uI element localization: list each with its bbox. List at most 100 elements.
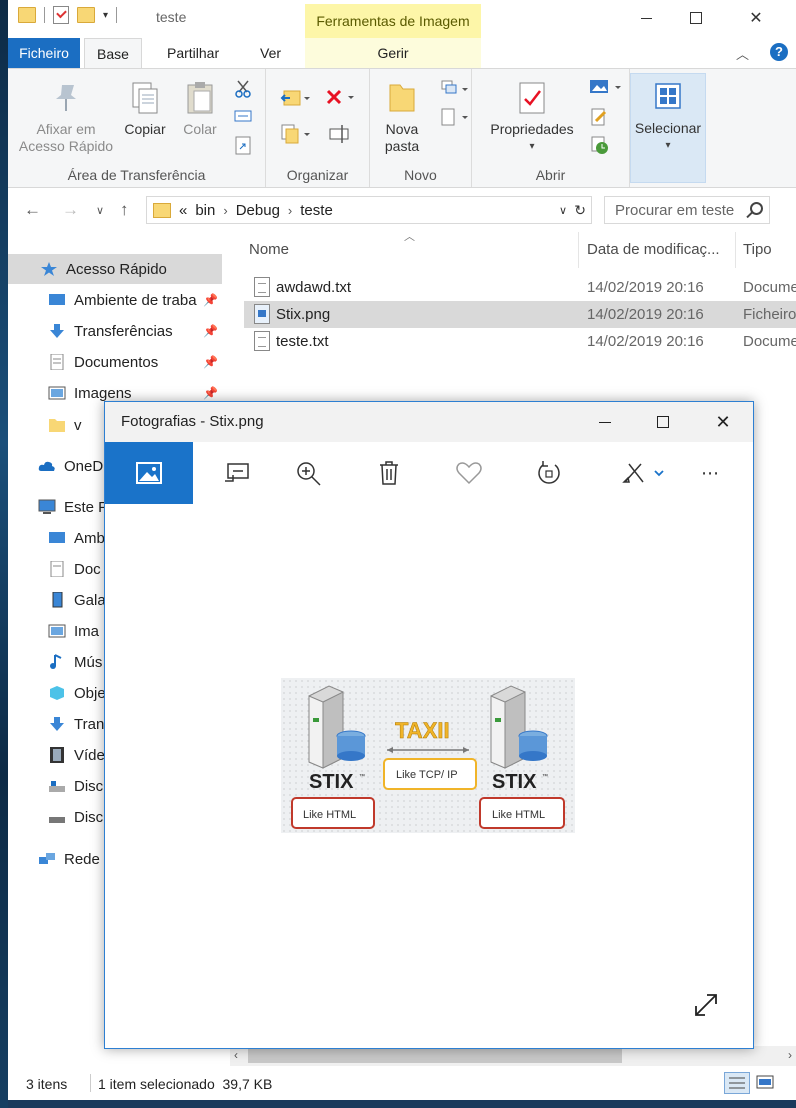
phone-icon xyxy=(52,592,63,608)
file-date: 14/02/2019 20:16 xyxy=(587,306,704,323)
breadcrumb-debug[interactable]: Debug xyxy=(236,202,280,219)
tab-share[interactable]: Partilhar xyxy=(155,38,231,68)
paste-shortcut-icon[interactable] xyxy=(234,135,252,155)
scroll-right-icon[interactable]: › xyxy=(788,1048,792,1062)
explorer-title-bar: ▾ teste Ferramentas de Imagem ✕ xyxy=(8,0,796,38)
delete-button[interactable] xyxy=(349,442,429,504)
tab-file[interactable]: Ficheiro xyxy=(8,38,80,68)
customize-qat-icon[interactable]: ▾ xyxy=(103,10,108,21)
pin-icon: 📌 xyxy=(203,324,218,338)
recent-locations-icon[interactable]: ∨ xyxy=(96,204,104,217)
search-input[interactable]: Procurar em teste xyxy=(604,196,770,224)
more-options-icon[interactable]: ⋯ xyxy=(681,442,741,504)
zoom-button[interactable] xyxy=(269,442,349,504)
file-row[interactable]: teste.txt 14/02/2019 20:16 Documento xyxy=(244,328,796,355)
like-tcpip-label: Like TCP/ IP xyxy=(396,769,458,781)
favorite-button[interactable] xyxy=(429,442,509,504)
rotate-button[interactable] xyxy=(509,442,589,504)
new-folder-button[interactable]: Nova pasta xyxy=(380,81,424,155)
divider xyxy=(116,7,118,23)
copy-label: Copiar xyxy=(124,121,166,137)
nav-label: Ambiente de traba xyxy=(74,291,197,309)
photos-minimize-button[interactable] xyxy=(575,402,635,442)
see-all-photos-button[interactable] xyxy=(105,442,193,504)
minimize-icon xyxy=(640,17,652,19)
file-type: Documento xyxy=(743,333,796,350)
nav-desktop[interactable]: Ambiente de traba 📌 xyxy=(8,285,222,315)
nav-label: Rede xyxy=(64,850,100,868)
address-dropdown-icon[interactable]: ∨ xyxy=(559,204,567,217)
open-group-label: Abrir xyxy=(535,167,566,183)
navigation-bar: ← → ∨ ↑ « bin › Debug › teste ∨ ↻ Procur… xyxy=(8,188,796,232)
copy-path-icon[interactable] xyxy=(234,109,252,127)
scrollbar-thumb[interactable] xyxy=(248,1049,622,1063)
new-folder-icon[interactable] xyxy=(77,7,95,23)
full-screen-button[interactable] xyxy=(693,992,719,1018)
delete-icon[interactable] xyxy=(324,87,358,105)
edit-create-button[interactable] xyxy=(605,442,681,504)
up-button[interactable]: ↑ xyxy=(120,200,129,220)
close-icon: ✕ xyxy=(749,10,763,27)
item-count: 3 itens xyxy=(26,1076,68,1092)
properties-check-icon[interactable] xyxy=(53,6,69,24)
chevron-right-icon[interactable]: › xyxy=(223,203,227,218)
folder-icon[interactable] xyxy=(18,7,36,23)
breadcrumb-overflow[interactable]: « xyxy=(179,202,187,219)
horizontal-scrollbar[interactable]: ‹ › xyxy=(230,1046,796,1066)
refresh-icon[interactable]: ↻ xyxy=(574,202,586,219)
properties-button[interactable]: Propriedades ▾ xyxy=(484,81,580,155)
photos-close-button[interactable]: ✕ xyxy=(693,402,753,442)
help-icon[interactable]: ? xyxy=(770,43,788,61)
slideshow-button[interactable] xyxy=(197,442,277,504)
open-with-icon[interactable] xyxy=(588,77,624,95)
paste-button[interactable]: Colar xyxy=(178,81,222,138)
file-row[interactable]: awdawd.txt 14/02/2019 20:16 Documento xyxy=(244,274,796,301)
collapse-ribbon-icon[interactable]: ︿ xyxy=(736,44,749,63)
file-date: 14/02/2019 20:16 xyxy=(587,333,704,350)
copy-button[interactable]: Copiar xyxy=(120,81,170,138)
tab-home[interactable]: Base xyxy=(84,38,142,68)
breadcrumb-teste[interactable]: teste xyxy=(300,202,333,219)
back-button[interactable]: ← xyxy=(24,200,41,220)
nav-documents[interactable]: Documentos 📌 xyxy=(8,347,222,377)
copy-to-icon[interactable] xyxy=(280,123,310,144)
new-item-icon[interactable] xyxy=(440,79,470,97)
clipboard-group: Afixar em Acesso Rápido Copiar Colar Áre… xyxy=(8,69,266,187)
rename-icon[interactable] xyxy=(328,123,354,143)
move-to-icon[interactable] xyxy=(280,87,310,106)
address-bar[interactable]: « bin › Debug › teste ∨ ↻ xyxy=(146,196,592,224)
history-icon[interactable] xyxy=(590,135,608,154)
select-button[interactable]: Selecionar ▾ xyxy=(630,73,706,183)
chevron-right-icon[interactable]: › xyxy=(288,203,292,218)
desktop-background xyxy=(0,0,8,1108)
edit-icon[interactable] xyxy=(590,107,608,126)
close-button[interactable]: ✕ xyxy=(726,0,786,36)
column-header-type[interactable]: Tipo xyxy=(735,232,796,268)
nav-label: Acesso Rápido xyxy=(66,260,167,278)
drive-icon xyxy=(49,781,65,792)
cut-icon[interactable] xyxy=(234,79,252,98)
large-icons-view-button[interactable] xyxy=(756,1074,774,1093)
photos-maximize-button[interactable] xyxy=(633,402,693,442)
nav-label: Amb xyxy=(74,529,105,547)
new-folder-label-1: Nova xyxy=(385,121,419,137)
selection-info: 1 item selecionado 39,7 KB xyxy=(98,1076,273,1092)
breadcrumb-bin[interactable]: bin xyxy=(195,202,215,219)
file-row-selected[interactable]: Stix.png 14/02/2019 20:16 Ficheiro xyxy=(244,301,796,328)
pin-icon: 📌 xyxy=(203,386,218,400)
nav-label: Este P xyxy=(64,498,109,516)
maximize-button[interactable] xyxy=(666,0,726,36)
nav-downloads[interactable]: Transferências 📌 xyxy=(8,316,222,346)
pin-to-quick-access-button[interactable]: Afixar em Acesso Rápido xyxy=(16,81,116,155)
properties-label: Propriedades xyxy=(490,121,574,137)
nav-quick-access[interactable]: Acesso Rápido xyxy=(8,254,222,284)
column-header-date[interactable]: Data de modificaç... xyxy=(579,232,735,268)
tab-view[interactable]: Ver xyxy=(248,38,293,68)
forward-button[interactable]: → xyxy=(62,200,79,220)
scroll-left-icon[interactable]: ‹ xyxy=(234,1048,238,1062)
nav-label: Tran xyxy=(74,715,105,733)
nav-label: Doc xyxy=(74,560,101,578)
tab-manage[interactable]: Gerir xyxy=(305,38,481,68)
easy-access-icon[interactable] xyxy=(440,107,470,126)
details-view-button[interactable] xyxy=(724,1072,750,1094)
